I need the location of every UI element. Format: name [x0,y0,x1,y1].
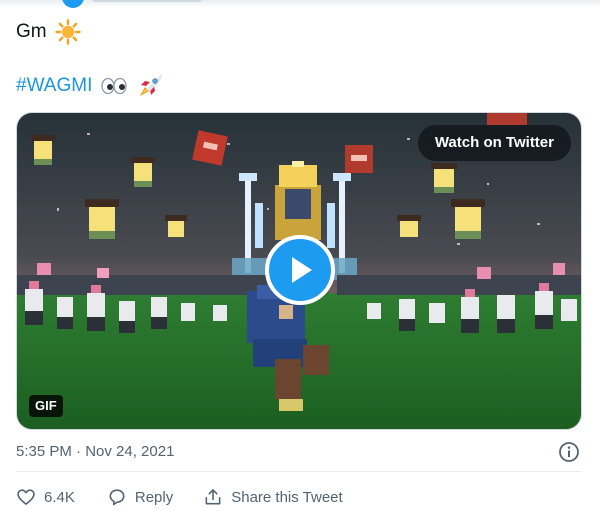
heart-icon [17,489,35,505]
share-button[interactable]: Share this Tweet [203,487,343,507]
tweet-above-fade [0,0,600,8]
watch-on-twitter-button[interactable]: Watch on Twitter [417,125,571,161]
info-button[interactable] [558,441,580,463]
reply-button[interactable]: Reply [107,487,173,507]
tweet-divider [16,471,582,472]
likes-count: 6.4K [44,488,75,506]
like-button[interactable]: 6.4K [16,487,75,507]
reply-label: Reply [134,488,174,506]
tweet-gm-text: Gm [16,21,47,42]
tweet-text-line-2: #WAGMI [16,72,164,100]
eyes-emoji-icon [100,75,128,97]
gif-media[interactable]: Watch on Twitter GIF [16,112,582,430]
gif-badge: GIF [29,395,63,417]
play-button[interactable] [265,235,335,305]
tweet-actions: 6.4K Reply Share this Tweet [16,484,343,510]
tweet-text-line-1: Gm [16,19,81,45]
tweet-timestamp[interactable]: 5:35 PM · Nov 24, 2021 [16,442,174,462]
share-icon [205,489,221,505]
author-name-partial[interactable] [92,0,202,2]
play-icon [292,257,312,283]
info-icon [559,442,579,462]
sun-emoji-icon [54,19,81,45]
hashtag-link[interactable]: #WAGMI [16,74,92,98]
share-label: Share this Tweet [231,488,343,506]
rocket-emoji-icon [136,72,164,100]
reply-icon [109,489,125,506]
